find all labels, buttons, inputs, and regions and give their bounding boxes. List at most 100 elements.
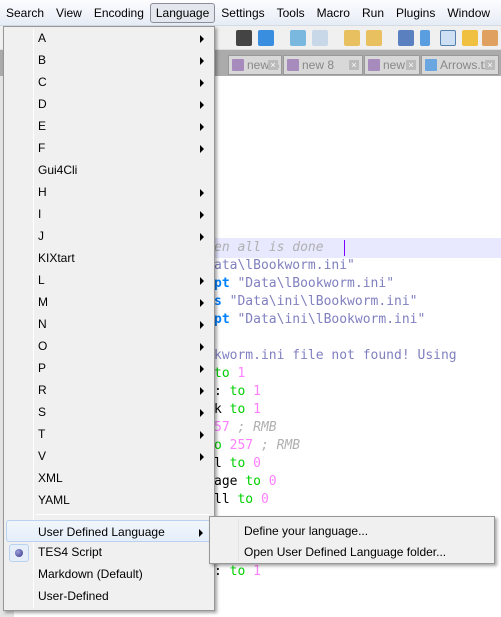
code-line: en all is done (214, 239, 324, 257)
sync-vertical-icon[interactable] (344, 30, 360, 46)
language-item-user-defined[interactable]: User-Defined (6, 585, 212, 607)
language-item-l[interactable]: L (6, 269, 212, 291)
tab-new-4[interactable]: new 4 × (364, 55, 420, 75)
save-icon (287, 59, 299, 71)
code-token: to (229, 384, 246, 399)
menu-item-label: M (38, 295, 48, 309)
code-line: pt "Data\ini\lBookworm.ini" (214, 311, 425, 329)
sync-horizontal-icon[interactable] (366, 30, 382, 46)
language-item-c[interactable]: C (6, 71, 212, 93)
language-item-gui4cli[interactable]: Gui4Cli (6, 159, 212, 181)
language-item-b[interactable]: B (6, 49, 212, 71)
language-menu: A B C D E F Gui4Cli H I J KIXtart L M N O P R S T V XML YAML U… (3, 26, 215, 611)
close-icon[interactable]: × (268, 60, 278, 70)
menu-language[interactable]: Language (149, 2, 216, 23)
code-token: kworm.ini file not found! Using (214, 348, 457, 363)
code-line: pt "Data\lBookworm.ini" (214, 275, 394, 293)
menu-bar: Search View Encoding Language Settings Tools M… (0, 0, 501, 26)
menu-run[interactable]: Run (356, 3, 390, 23)
code-token: k (214, 402, 230, 417)
udl-icon[interactable] (462, 30, 478, 46)
language-item-yaml[interactable]: YAML (6, 489, 212, 511)
word-wrap-icon[interactable] (398, 30, 414, 46)
menu-settings[interactable]: Settings (215, 3, 270, 23)
language-item-h[interactable]: H (6, 181, 212, 203)
menu-tools[interactable]: Tools (271, 3, 311, 23)
tab-label: new 8 (302, 58, 335, 72)
show-all-characters-icon[interactable] (420, 30, 430, 46)
code-token: 257 (221, 438, 254, 453)
code-token: en all is done (214, 240, 324, 255)
define-your-language-item[interactable]: Define your language... (244, 520, 368, 542)
code-line: : to 1 (214, 383, 261, 401)
menu-search[interactable]: Search (0, 3, 50, 23)
submenu-arrow-icon (200, 57, 204, 65)
language-item-j[interactable]: J (6, 225, 212, 247)
caret (344, 240, 345, 256)
language-item-i[interactable]: I (6, 203, 212, 225)
menu-item-label: Markdown (Default) (38, 567, 143, 581)
submenu-arrow-icon (200, 343, 204, 351)
menu-separator (36, 514, 210, 515)
language-item-t[interactable]: T (6, 423, 212, 445)
find-icon[interactable] (236, 30, 252, 46)
language-item-tes4-script[interactable]: TES4 Script (6, 541, 212, 563)
menu-item-label: C (38, 75, 47, 89)
language-item-m[interactable]: M (6, 291, 212, 313)
language-item-markdown-default-[interactable]: Markdown (Default) (6, 563, 212, 585)
language-item-xml[interactable]: XML (6, 467, 212, 489)
menu-item-label: Gui4Cli (38, 163, 78, 177)
language-item-kixtart[interactable]: KIXtart (6, 247, 212, 269)
zoom-out-icon[interactable] (312, 30, 328, 46)
code-line: ata\lBookworm.ini" (214, 257, 355, 275)
language-item-n[interactable]: N (6, 313, 212, 335)
tab-arrows-txt[interactable]: Arrows.txt × (421, 55, 499, 75)
language-item-s[interactable]: S (6, 401, 212, 423)
menu-view[interactable]: View (50, 3, 88, 23)
code-line: : to 1 (214, 563, 261, 581)
menu-item-label: B (38, 53, 47, 67)
replace-icon[interactable] (258, 30, 274, 46)
code-token: to (229, 402, 246, 417)
tab-new-8[interactable]: new 8 × (283, 55, 363, 75)
tab-new-6[interactable]: new 6 × (228, 55, 282, 75)
submenu-arrow-icon (200, 453, 204, 461)
language-item-r[interactable]: R (6, 379, 212, 401)
language-item-f[interactable]: F (6, 137, 212, 159)
user-defined-language-item[interactable]: User Defined Language (6, 520, 212, 542)
menu-item-label: H (38, 185, 47, 199)
code-token: 1 (245, 384, 261, 399)
menu-item-label: R (38, 383, 47, 397)
menu-plugins[interactable]: Plugins (390, 3, 441, 23)
menu-encoding[interactable]: Encoding (88, 3, 150, 23)
submenu-arrow-icon (200, 123, 204, 131)
code-token: ; RMB (253, 438, 301, 453)
submenu-arrow-icon (200, 321, 204, 329)
close-icon[interactable]: × (485, 60, 495, 70)
code-token: 1 (245, 564, 261, 579)
open-udl-folder-item[interactable]: Open User Defined Language folder... (244, 541, 446, 563)
submenu-arrow-icon (200, 277, 204, 285)
language-item-e[interactable]: E (6, 115, 212, 137)
menu-window[interactable]: Window (441, 3, 496, 23)
submenu-arrow-icon (200, 409, 204, 417)
menu-item-label: L (38, 273, 45, 287)
doc-map-icon[interactable] (482, 30, 498, 46)
language-item-o[interactable]: O (6, 335, 212, 357)
language-item-p[interactable]: P (6, 357, 212, 379)
indent-guide-icon[interactable] (440, 30, 456, 46)
language-item-d[interactable]: D (6, 93, 212, 115)
close-icon[interactable]: × (349, 60, 359, 70)
menu-item-label: XML (38, 471, 63, 485)
code-token: to (237, 492, 254, 507)
submenu-arrow-icon (200, 233, 204, 241)
zoom-in-icon[interactable] (290, 30, 306, 46)
user-defined-language-submenu: Define your language... Open User Define… (209, 516, 495, 564)
language-item-a[interactable]: A (6, 27, 212, 49)
code-token: : (214, 384, 230, 399)
language-item-v[interactable]: V (6, 445, 212, 467)
close-icon[interactable]: × (406, 60, 416, 70)
menu-macro[interactable]: Macro (311, 3, 356, 23)
code-token: 0 (245, 456, 261, 471)
code-token: pt (214, 312, 230, 327)
